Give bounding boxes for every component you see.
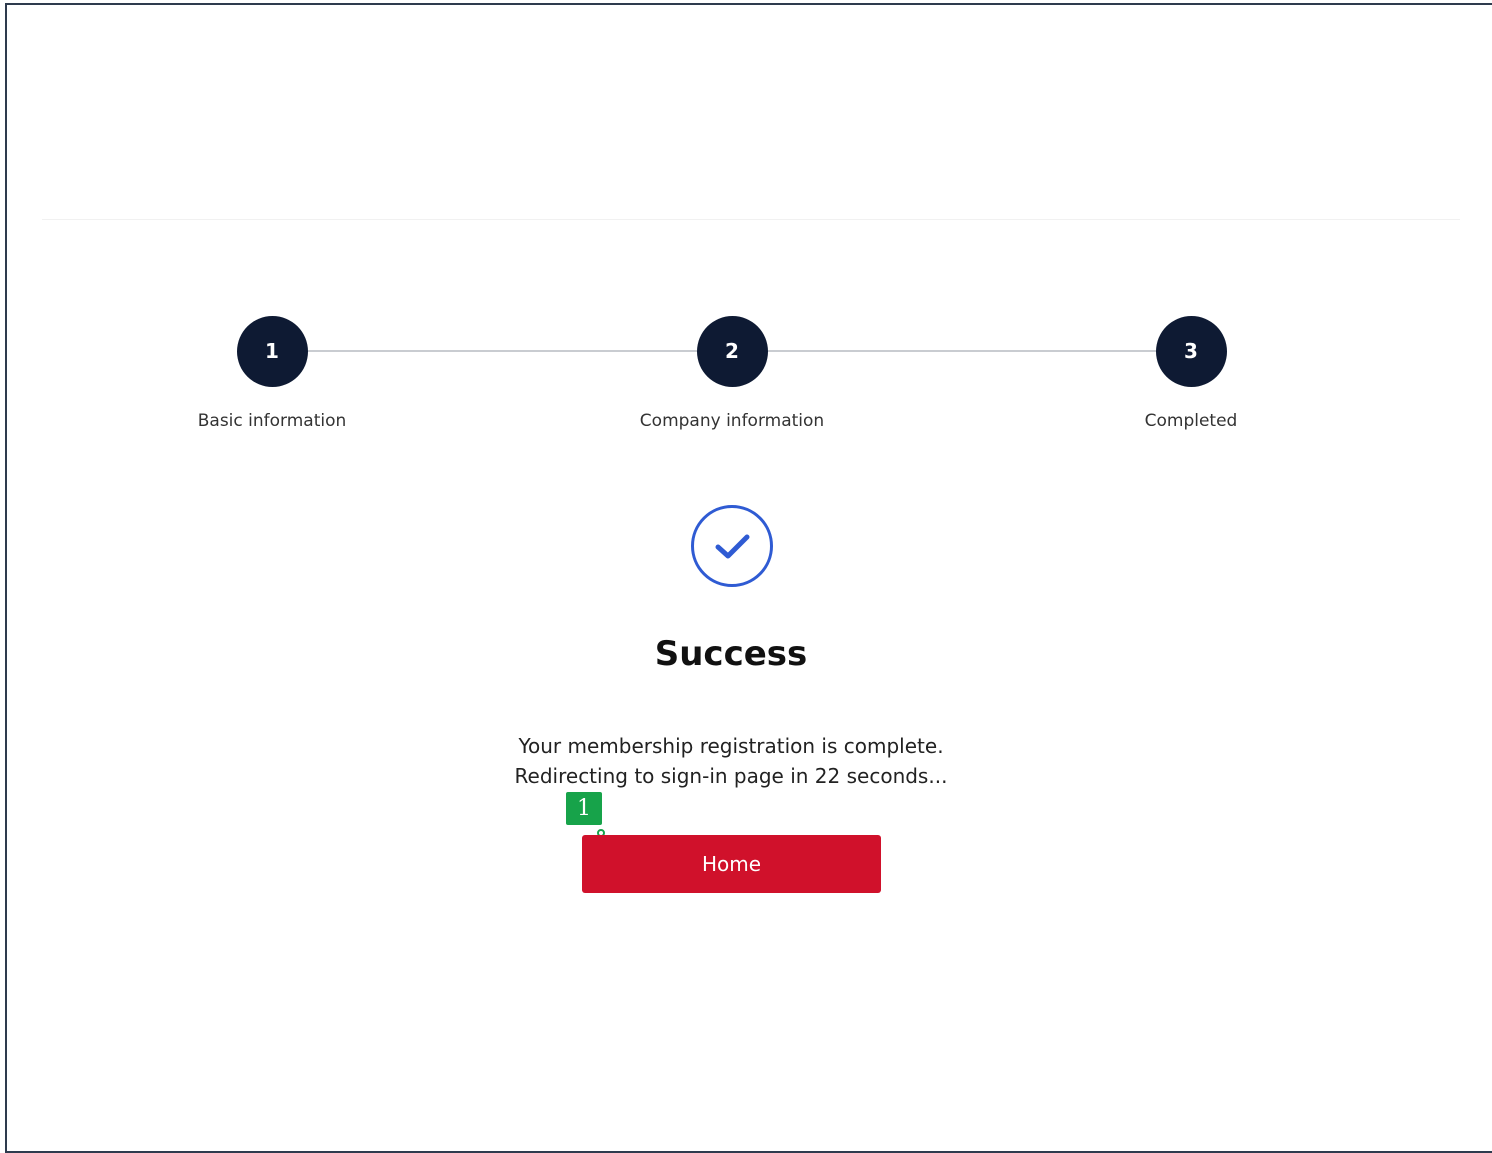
home-button[interactable]: Home — [582, 835, 881, 893]
step-number-badge: 1 — [236, 316, 308, 387]
step-label: Completed — [1144, 411, 1238, 431]
step-basic-information: 1 Basic information — [152, 316, 392, 431]
check-circle-icon — [690, 504, 774, 588]
step-label: Company information — [639, 411, 825, 431]
registration-stepper: 1 Basic information 2 Company informatio… — [0, 0, 1492, 460]
success-message: Your membership registration is complete… — [0, 731, 1462, 791]
step-number-badge: 3 — [1155, 316, 1227, 387]
message-line-complete: Your membership registration is complete… — [518, 734, 944, 758]
annotation-marker: 1 — [566, 792, 602, 825]
message-line-redirect: Redirecting to sign-in page in 22 second… — [514, 764, 948, 788]
success-title: Success — [654, 634, 808, 674]
step-number-badge: 2 — [696, 316, 768, 387]
step-completed: 3 Completed — [1071, 316, 1311, 431]
step-label: Basic information — [197, 411, 347, 431]
step-company-information: 2 Company information — [612, 316, 852, 431]
